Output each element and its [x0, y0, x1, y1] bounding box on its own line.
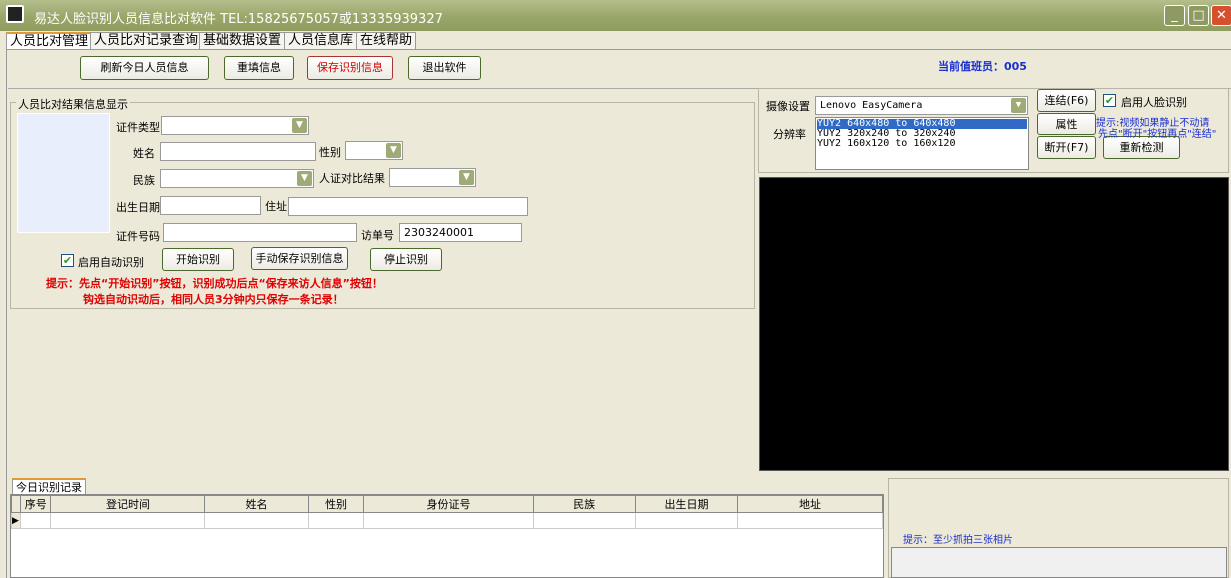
- visit-no-label: 访单号: [361, 229, 394, 242]
- camera-device-value: Lenovo EasyCamera: [820, 100, 923, 111]
- ethnicity-select[interactable]: ▼: [160, 169, 314, 188]
- window-title: 易达人脸识别人员信息比对软件 TEL:15825675057或133359393…: [34, 12, 443, 27]
- visit-no-input[interactable]: 2303240001: [399, 223, 522, 242]
- manual-save-button[interactable]: 手动保存识别信息: [251, 247, 348, 270]
- table-header: 序号 登记时间 姓名 性别 身份证号 民族 出生日期 地址: [11, 495, 883, 513]
- chevron-down-icon: ▼: [297, 171, 312, 186]
- face-recognition-label: 启用人脸识别: [1121, 96, 1187, 109]
- minimize-button[interactable]: _: [1164, 5, 1185, 26]
- resolution-label: 分辨率: [773, 128, 806, 141]
- row-indicator-header: [11, 495, 22, 513]
- id-type-select[interactable]: ▼: [161, 116, 309, 135]
- chevron-down-icon: ▼: [1011, 98, 1026, 113]
- title-bar: 易达人脸识别人员信息比对软件 TEL:15825675057或133359393…: [0, 0, 1231, 31]
- name-label: 姓名: [133, 147, 155, 160]
- resolution-option[interactable]: YUY2 160x120 to 160x120: [817, 139, 1027, 149]
- column-header[interactable]: 性别: [307, 495, 365, 513]
- close-button[interactable]: ✕: [1211, 5, 1231, 26]
- name-input[interactable]: [160, 142, 316, 161]
- camera-label: 摄像设置: [766, 100, 810, 113]
- tab-basic-data[interactable]: 基础数据设置: [199, 32, 286, 49]
- id-number-label: 证件号码: [116, 230, 160, 243]
- gender-select[interactable]: ▼: [345, 141, 403, 160]
- column-header[interactable]: 民族: [532, 495, 636, 513]
- tab-record-query[interactable]: 人员比对记录查询: [90, 32, 203, 49]
- records-grid[interactable]: 序号 登记时间 姓名 性别 身份证号 民族 出生日期 地址 ▶: [10, 494, 884, 578]
- duty-officer: 当前值班员：005: [938, 60, 1027, 73]
- disconnect-button[interactable]: 断开(F7): [1037, 136, 1096, 159]
- id-type-label: 证件类型: [116, 121, 160, 134]
- address-input[interactable]: [288, 197, 528, 216]
- refill-button[interactable]: 重填信息: [224, 56, 294, 80]
- connect-button[interactable]: 连结(F6): [1037, 89, 1096, 112]
- camera-hint-2: 先点"断开"按钮再点"连结": [1098, 129, 1217, 140]
- stop-recognition-button[interactable]: 停止识别: [370, 248, 442, 271]
- hint-text-1: 提示：先点“开始识别”按钮，识别成功后点“保存来访人信息”按钮！: [46, 277, 383, 290]
- current-row-arrow-icon: ▶: [11, 512, 22, 529]
- column-header[interactable]: 序号: [20, 495, 52, 513]
- birth-input[interactable]: [160, 196, 261, 215]
- auto-recognition-checkbox[interactable]: ✔: [61, 254, 74, 267]
- column-header[interactable]: 姓名: [204, 495, 309, 513]
- start-recognition-button[interactable]: 开始识别: [162, 248, 234, 271]
- resolution-list[interactable]: YUY2 640x480 to 640x480 YUY2 320x240 to …: [815, 117, 1029, 170]
- hint-text-2: 钩选自动识动后，相同人员3分钟内只保存一条记录！: [83, 293, 344, 306]
- face-recognition-checkbox[interactable]: ✔: [1103, 94, 1116, 107]
- group-title: 人员比对结果信息显示: [16, 96, 130, 112]
- properties-button[interactable]: 属性: [1037, 113, 1096, 135]
- column-header[interactable]: 登记时间: [50, 495, 206, 513]
- column-header[interactable]: 身份证号: [363, 495, 534, 513]
- camera-device-select[interactable]: Lenovo EasyCamera ▼: [815, 96, 1028, 115]
- tab-compare-management[interactable]: 人员比对管理: [6, 32, 93, 49]
- auto-recognition-label: 启用自动识别: [78, 256, 144, 269]
- tab-today-records[interactable]: 今日识别记录: [12, 478, 86, 495]
- id-photo: [17, 113, 110, 233]
- id-number-input[interactable]: [163, 223, 357, 242]
- chevron-down-icon: ▼: [386, 143, 401, 158]
- app-camera-icon: [6, 5, 24, 23]
- refresh-today-button[interactable]: 刷新今日人员信息: [80, 56, 209, 80]
- match-result-label: 人证对比结果: [319, 172, 385, 185]
- birth-label: 出生日期: [116, 201, 160, 214]
- table-row[interactable]: ▶: [11, 512, 883, 529]
- exit-button[interactable]: 退出软件: [408, 56, 481, 80]
- tab-help[interactable]: 在线帮助: [356, 32, 417, 49]
- address-label: 住址: [265, 200, 287, 213]
- match-result-select[interactable]: ▼: [389, 168, 476, 187]
- ethnicity-label: 民族: [133, 174, 155, 187]
- tab-person-db[interactable]: 人员信息库: [284, 32, 358, 49]
- chevron-down-icon: ▼: [292, 118, 307, 133]
- save-recognition-button[interactable]: 保存识别信息: [307, 56, 393, 80]
- column-header[interactable]: 地址: [737, 495, 883, 513]
- maximize-button[interactable]: □: [1188, 5, 1209, 26]
- video-preview: [759, 177, 1229, 471]
- column-header[interactable]: 出生日期: [634, 495, 739, 513]
- photo-hint: 提示：至少抓拍三张相片: [903, 535, 1013, 546]
- gender-label: 性别: [319, 146, 341, 159]
- chevron-down-icon: ▼: [459, 170, 474, 185]
- photo-list[interactable]: [891, 547, 1227, 578]
